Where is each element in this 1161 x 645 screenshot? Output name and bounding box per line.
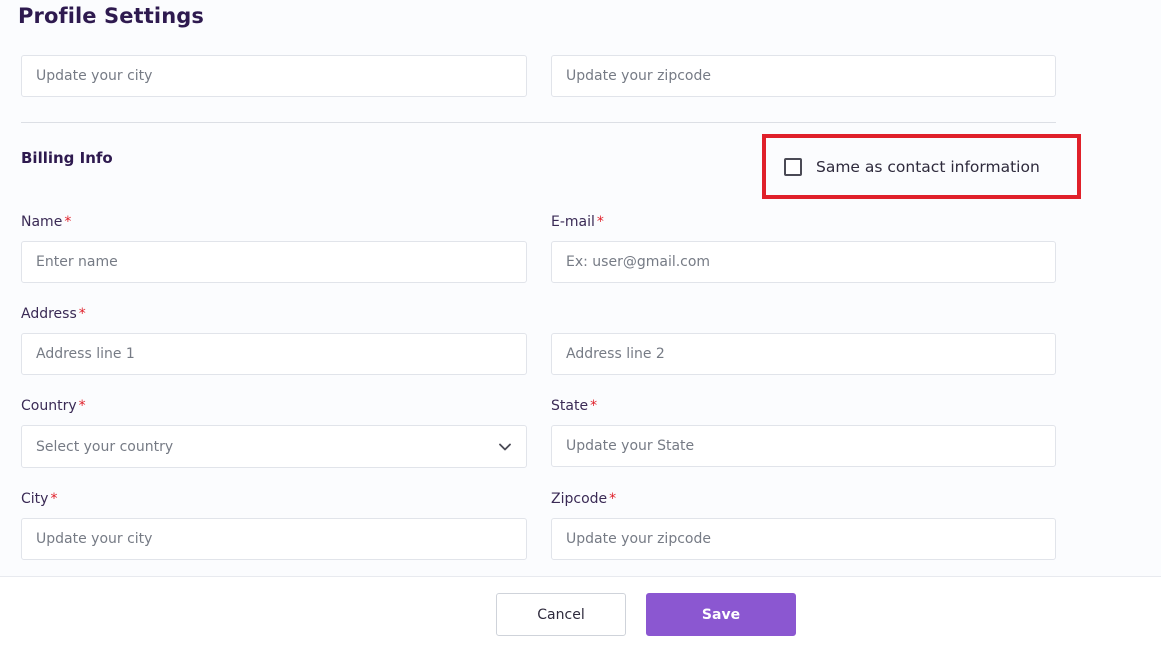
profile-settings-page: Profile Settings Billing Info Same as co… <box>0 0 1161 645</box>
country-label: Country * <box>21 398 86 414</box>
contact-zipcode-input[interactable] <box>551 55 1056 97</box>
required-marker: * <box>590 398 598 414</box>
email-input[interactable] <box>551 241 1056 283</box>
zipcode-input[interactable] <box>551 518 1056 560</box>
address-label: Address * <box>21 306 86 322</box>
chevron-down-icon[interactable] <box>498 440 512 454</box>
required-marker: * <box>596 214 604 230</box>
same-as-contact-label: Same as contact information <box>816 157 1040 176</box>
country-select-value: Select your country <box>36 438 174 455</box>
same-as-contact-option[interactable]: Same as contact information <box>762 134 1081 199</box>
state-input[interactable] <box>551 425 1056 467</box>
required-marker: * <box>609 491 617 507</box>
section-divider <box>21 122 1056 123</box>
required-marker: * <box>78 398 86 414</box>
save-button[interactable]: Save <box>646 593 796 636</box>
city-input[interactable] <box>21 518 527 560</box>
country-select[interactable]: Select your country <box>21 425 527 468</box>
name-input[interactable] <box>21 241 527 283</box>
checkbox-icon[interactable] <box>784 157 802 176</box>
city-label: City * <box>21 491 58 507</box>
cancel-button[interactable]: Cancel <box>496 593 626 636</box>
required-marker: * <box>78 306 86 322</box>
required-marker: * <box>50 491 58 507</box>
form-footer: Cancel Save <box>0 576 1161 645</box>
page-title: Profile Settings <box>18 4 204 28</box>
address-line1-input[interactable] <box>21 333 527 375</box>
address-line2-input[interactable] <box>551 333 1056 375</box>
name-label: Name * <box>21 214 72 230</box>
zipcode-label: Zipcode * <box>551 491 617 507</box>
required-marker: * <box>64 214 72 230</box>
state-label: State * <box>551 398 598 414</box>
contact-city-input[interactable] <box>21 55 527 97</box>
email-label: E-mail * <box>551 214 604 230</box>
billing-info-heading: Billing Info <box>21 149 113 167</box>
